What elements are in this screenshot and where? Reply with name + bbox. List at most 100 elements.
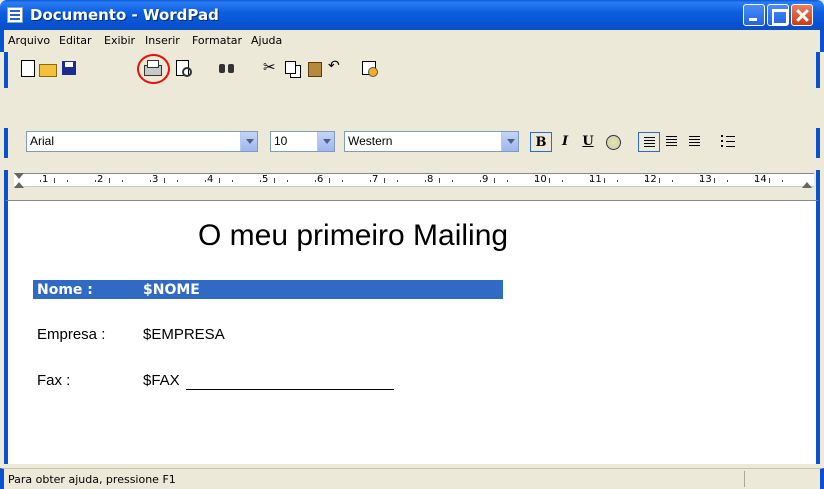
ruler-tick xyxy=(754,180,756,182)
ruler-tick xyxy=(438,178,440,183)
ruler-tick xyxy=(94,180,96,182)
new-document-icon[interactable] xyxy=(18,60,38,78)
menu-ajuda[interactable]: Ajuda xyxy=(251,34,282,47)
ruler-tick xyxy=(479,180,481,182)
ruler-tick xyxy=(328,178,330,183)
ruler-tick xyxy=(108,178,110,183)
title-bar[interactable]: Documento - WordPad xyxy=(0,0,824,30)
open-folder-icon[interactable] xyxy=(38,60,58,78)
ruler-tick xyxy=(782,180,784,182)
ruler-tick xyxy=(397,180,399,182)
ruler-number: 9 xyxy=(482,174,489,185)
ruler-number: 10 xyxy=(534,174,547,185)
font-select[interactable]: Arial xyxy=(26,131,258,152)
ruler-number: 7 xyxy=(372,174,379,185)
ruler-tick xyxy=(603,178,605,183)
ruler-tick xyxy=(534,180,536,182)
font-size-select[interactable]: 10 xyxy=(270,131,335,152)
ruler-tick xyxy=(699,180,701,182)
bullets-icon[interactable] xyxy=(718,132,740,152)
font-value: Arial xyxy=(30,134,55,148)
chevron-down-icon[interactable] xyxy=(501,132,518,151)
save-icon[interactable] xyxy=(60,60,80,78)
ruler-tick xyxy=(383,178,385,183)
text-selection-highlight xyxy=(33,280,503,299)
maximize-button[interactable] xyxy=(767,4,789,26)
ruler-number: 12 xyxy=(644,174,657,185)
ruler-number: 14 xyxy=(754,174,767,185)
document-area[interactable]: O meu primeiro Mailing Nome : $NOME Empr… xyxy=(4,200,820,464)
ruler-tick xyxy=(727,180,729,182)
minimize-button[interactable] xyxy=(743,4,765,26)
ruler-tick xyxy=(589,180,591,182)
ruler-number: 5 xyxy=(262,174,269,185)
ruler-tick xyxy=(548,178,550,183)
print-icon[interactable] xyxy=(143,60,163,78)
ruler-tick xyxy=(314,180,316,182)
ruler-tick xyxy=(177,180,179,182)
align-center-icon[interactable] xyxy=(661,132,683,152)
ruler-tick xyxy=(507,180,509,182)
ruler-tick xyxy=(259,180,261,182)
ruler-tick xyxy=(452,180,454,182)
script-select[interactable]: Western xyxy=(344,131,519,152)
ruler-tick xyxy=(67,180,69,182)
chevron-down-icon[interactable] xyxy=(317,132,334,151)
fax-underline xyxy=(186,389,394,390)
ruler-tick xyxy=(713,178,715,183)
field-value-fax: $FAX xyxy=(143,372,180,389)
status-bar: Para obter ajuda, pressione F1 xyxy=(0,468,824,489)
ruler-tick xyxy=(273,178,275,183)
ruler-tick xyxy=(424,180,426,182)
find-icon[interactable] xyxy=(218,60,238,78)
menu-editar[interactable]: Editar xyxy=(59,34,92,47)
first-line-indent-marker[interactable] xyxy=(14,173,24,179)
field-value-nome: $NOME xyxy=(143,282,200,298)
italic-button[interactable]: I xyxy=(554,132,576,152)
field-label-empresa: Empresa : xyxy=(37,326,106,343)
ruler-number: 2 xyxy=(97,174,104,185)
ruler-tick xyxy=(149,180,151,182)
date-time-icon[interactable] xyxy=(360,60,380,78)
window-title: Documento - WordPad xyxy=(30,6,219,24)
print-preview-icon[interactable] xyxy=(174,60,194,78)
underline-button[interactable]: U xyxy=(577,132,599,152)
color-icon[interactable] xyxy=(602,132,624,152)
left-indent-marker[interactable] xyxy=(14,182,24,188)
wordpad-app-icon[interactable] xyxy=(7,7,23,23)
copy-icon[interactable] xyxy=(284,60,304,78)
ruler-number: 6 xyxy=(317,174,324,185)
font-size-value: 10 xyxy=(274,134,288,148)
ruler[interactable]: 1 2 3 4 5 6 7 8 9 10 11 12 13 14 xyxy=(4,170,820,200)
paste-icon[interactable] xyxy=(306,60,326,78)
ruler-tick xyxy=(562,180,564,182)
align-right-icon[interactable] xyxy=(684,132,706,152)
menu-inserir[interactable]: Inserir xyxy=(145,34,180,47)
ruler-tick xyxy=(369,180,371,182)
field-label-fax: Fax : xyxy=(37,372,71,389)
ruler-number: 13 xyxy=(699,174,712,185)
ruler-number: 8 xyxy=(427,174,434,185)
menu-arquivo[interactable]: Arquivo xyxy=(8,34,50,47)
standard-toolbar: ✂ ↶ xyxy=(4,52,820,88)
field-value-empresa: $EMPRESA xyxy=(143,326,225,343)
ruler-number: 4 xyxy=(207,174,214,185)
ruler-tick xyxy=(617,180,619,182)
menu-bar: Arquivo Editar Exibir Inserir Formatar A… xyxy=(0,30,824,52)
menu-exibir[interactable]: Exibir xyxy=(104,34,135,47)
right-indent-marker[interactable] xyxy=(802,182,812,188)
status-separator xyxy=(744,471,745,487)
ruler-tick xyxy=(122,180,124,182)
undo-icon[interactable]: ↶ xyxy=(328,58,348,76)
align-left-icon[interactable] xyxy=(638,132,660,152)
status-text: Para obter ajuda, pressione F1 xyxy=(8,473,176,486)
ruler-tick xyxy=(218,178,220,183)
ruler-tick xyxy=(672,180,674,182)
ruler-tick xyxy=(204,180,206,182)
close-button[interactable] xyxy=(791,4,813,26)
chevron-down-icon[interactable] xyxy=(240,132,257,151)
menu-formatar[interactable]: Formatar xyxy=(192,34,242,47)
bold-button[interactable]: B xyxy=(530,132,552,152)
ruler-number: 1 xyxy=(42,174,49,185)
cut-icon[interactable]: ✂ xyxy=(263,58,283,76)
